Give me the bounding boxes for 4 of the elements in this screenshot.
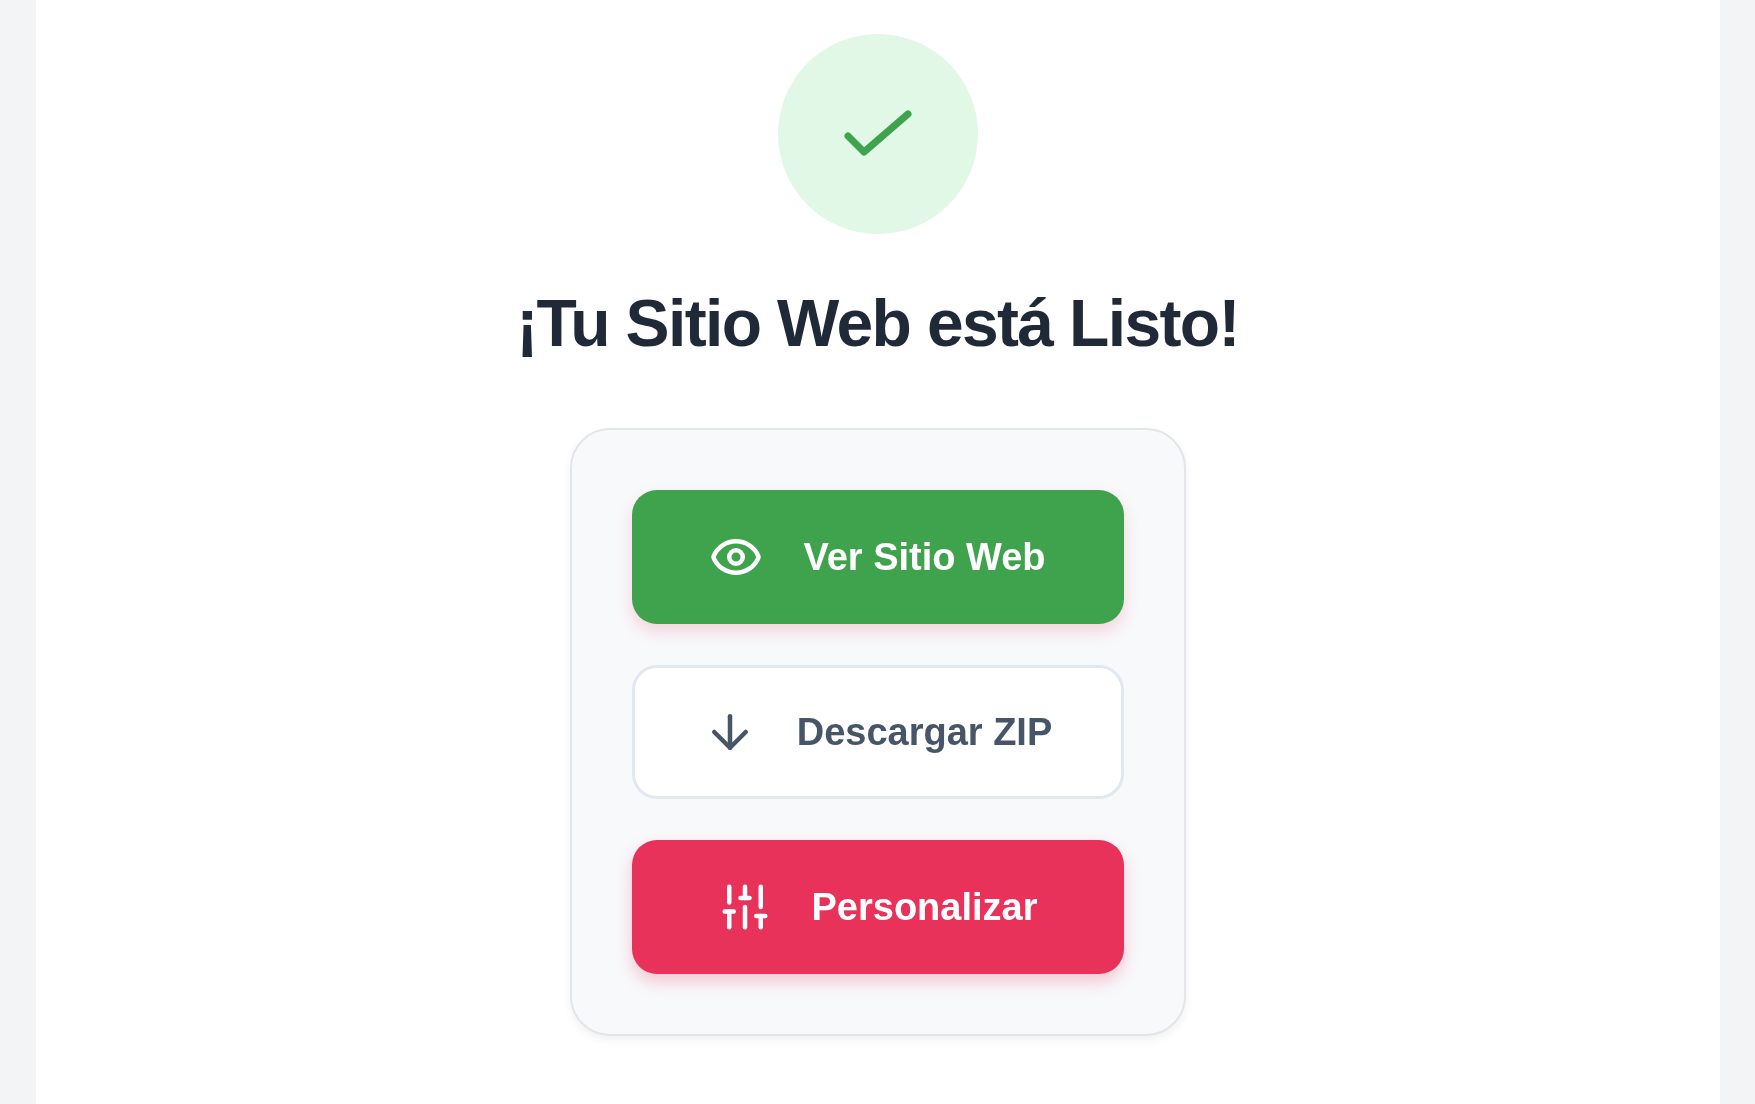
customize-button[interactable]: Personalizar — [631, 840, 1124, 974]
download-button[interactable]: Descargar ZIP — [631, 665, 1124, 799]
page-title: ¡Tu Sitio Web está Listo! — [516, 290, 1239, 356]
view-button[interactable]: Ver Sitio Web — [631, 490, 1124, 624]
